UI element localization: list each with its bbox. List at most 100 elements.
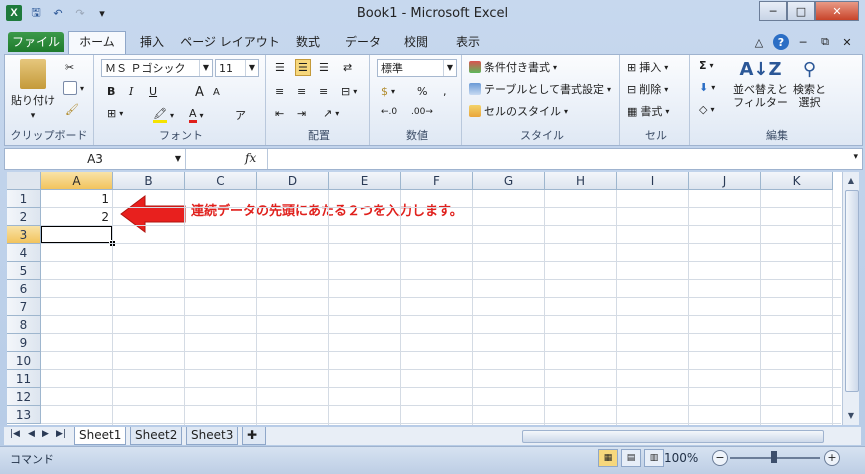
autosum-button[interactable]: Σ ▾ xyxy=(699,59,714,72)
row-header-4[interactable]: 4 xyxy=(7,244,41,262)
zoom-in-button[interactable]: + xyxy=(824,450,840,466)
select-all-corner[interactable] xyxy=(7,172,41,190)
cell-a1[interactable]: 1 xyxy=(41,190,113,208)
active-cell[interactable] xyxy=(40,225,113,244)
format-as-table-button[interactable]: テーブルとして書式設定 ▾ xyxy=(469,81,611,97)
row-header-9[interactable]: 9 xyxy=(7,334,41,352)
column-header-d[interactable]: D xyxy=(257,172,329,190)
tab-data[interactable]: データ xyxy=(340,32,386,52)
align-center-button[interactable]: ≡ xyxy=(297,85,306,98)
align-bottom-button[interactable]: ☰ xyxy=(319,61,329,74)
sheet-tab-2[interactable]: Sheet2 xyxy=(130,427,183,445)
font-color-button[interactable]: A ▾ xyxy=(189,107,204,123)
insert-function-icon[interactable]: fx xyxy=(245,151,256,165)
expand-formula-icon[interactable]: ▾ xyxy=(853,152,858,162)
row-header-11[interactable]: 11 xyxy=(7,370,41,388)
vertical-scroll-thumb[interactable] xyxy=(845,190,859,392)
increase-decimal-button[interactable]: ←.0 xyxy=(381,107,397,117)
name-box[interactable]: A3 ▼ xyxy=(5,149,186,169)
fill-button[interactable]: ⬇ ▾ xyxy=(699,81,715,94)
chevron-down-icon[interactable]: ▼ xyxy=(175,149,181,169)
column-header-j[interactable]: J xyxy=(689,172,761,190)
wrap-text-button[interactable]: ⇄ xyxy=(343,61,352,74)
phonetic-button[interactable]: ア xyxy=(235,107,246,123)
doc-minimize-icon[interactable]: ─ xyxy=(795,34,811,50)
row-header-3[interactable]: 3 xyxy=(7,226,41,244)
horizontal-scrollbar[interactable] xyxy=(508,429,844,443)
decrease-indent-button[interactable]: ⇤ xyxy=(275,107,284,120)
help-icon[interactable]: ? xyxy=(773,34,789,50)
insert-sheet-icon[interactable]: ✚ xyxy=(242,427,266,445)
first-sheet-icon[interactable]: |◀ xyxy=(10,429,20,439)
row-header-12[interactable]: 12 xyxy=(7,388,41,406)
column-header-e[interactable]: E xyxy=(329,172,401,190)
column-header-b[interactable]: B xyxy=(113,172,185,190)
next-sheet-icon[interactable]: ▶ xyxy=(42,429,49,439)
format-cells-button[interactable]: ▦ 書式 ▾ xyxy=(627,103,669,119)
minimize-button[interactable]: ─ xyxy=(759,1,787,21)
close-button[interactable]: ✕ xyxy=(815,1,859,21)
worksheet-grid[interactable]: 1 2 連続データの先頭にあたる２つを入力します。 ABCDEFGHIJK123… xyxy=(7,172,842,425)
zoom-out-button[interactable]: − xyxy=(712,450,728,466)
copy-button[interactable]: ▾ xyxy=(63,81,84,95)
sheet-tab-1[interactable]: Sheet1 xyxy=(74,427,127,445)
align-top-button[interactable]: ☰ xyxy=(275,61,285,74)
column-header-g[interactable]: G xyxy=(473,172,545,190)
row-header-5[interactable]: 5 xyxy=(7,262,41,280)
last-sheet-icon[interactable]: ▶| xyxy=(56,429,66,439)
column-header-k[interactable]: K xyxy=(761,172,833,190)
scroll-up-icon[interactable]: ▲ xyxy=(844,174,858,188)
column-header-h[interactable]: H xyxy=(545,172,617,190)
merge-center-button[interactable]: ⊟ ▾ xyxy=(341,85,357,98)
decrease-decimal-button[interactable]: .00→ xyxy=(411,107,433,117)
row-header-10[interactable]: 10 xyxy=(7,352,41,370)
font-name-combo[interactable]: ＭＳ Ｐゴシック ▼ xyxy=(101,59,213,77)
clear-button[interactable]: ◇ ▾ xyxy=(699,103,714,116)
sheet-tab-3[interactable]: Sheet3 xyxy=(186,427,239,445)
page-layout-view-icon[interactable]: ▤ xyxy=(621,449,641,467)
bold-button[interactable]: B xyxy=(107,85,115,98)
row-header-1[interactable]: 1 xyxy=(7,190,41,208)
tab-review[interactable]: 校閲 xyxy=(396,32,436,52)
shrink-font-button[interactable]: A xyxy=(213,87,220,98)
maximize-button[interactable]: □ xyxy=(787,1,815,21)
column-header-i[interactable]: I xyxy=(617,172,689,190)
grow-font-button[interactable]: A xyxy=(195,85,204,100)
zoom-slider-thumb[interactable] xyxy=(771,451,777,463)
row-header-13[interactable]: 13 xyxy=(7,406,41,424)
align-left-button[interactable]: ≡ xyxy=(275,85,284,98)
currency-button[interactable]: $ ▾ xyxy=(381,85,395,98)
tab-view[interactable]: 表示 xyxy=(448,32,488,52)
increase-indent-button[interactable]: ⇥ xyxy=(297,107,306,120)
borders-button[interactable]: ⊞ ▾ xyxy=(107,107,123,120)
font-size-combo[interactable]: 11 ▼ xyxy=(215,59,259,77)
find-select-button[interactable]: ⚲ 検索と 選択 xyxy=(793,59,826,109)
cell-a2[interactable]: 2 xyxy=(41,208,113,226)
column-header-c[interactable]: C xyxy=(185,172,257,190)
tab-insert[interactable]: 挿入 xyxy=(132,32,172,52)
row-header-6[interactable]: 6 xyxy=(7,280,41,298)
underline-button[interactable]: U xyxy=(149,85,157,98)
horizontal-scroll-thumb[interactable] xyxy=(522,430,824,443)
formula-input[interactable] xyxy=(267,149,842,169)
conditional-formatting-button[interactable]: 条件付き書式 ▾ xyxy=(469,59,557,75)
align-right-button[interactable]: ≡ xyxy=(319,85,328,98)
column-header-f[interactable]: F xyxy=(401,172,473,190)
percent-button[interactable]: % xyxy=(417,85,427,98)
orientation-button[interactable]: ↗ ▾ xyxy=(323,107,339,120)
page-break-view-icon[interactable]: ▥ xyxy=(644,449,664,467)
paste-button[interactable]: 貼り付け ▾ xyxy=(11,59,55,121)
doc-close-icon[interactable]: ✕ xyxy=(839,34,855,50)
tab-page-layout[interactable]: ページ レイアウト xyxy=(180,32,280,52)
doc-restore-icon[interactable]: ⧉ xyxy=(817,34,833,50)
scroll-down-icon[interactable]: ▼ xyxy=(844,409,858,423)
cell-styles-button[interactable]: セルのスタイル ▾ xyxy=(469,103,568,119)
zoom-level[interactable]: 100% xyxy=(664,451,698,465)
row-header-7[interactable]: 7 xyxy=(7,298,41,316)
column-header-a[interactable]: A xyxy=(41,172,113,190)
number-format-combo[interactable]: 標準 ▼ xyxy=(377,59,457,77)
delete-cells-button[interactable]: ⊟ 削除 ▾ xyxy=(627,81,668,97)
row-header-2[interactable]: 2 xyxy=(7,208,41,226)
tab-formulas[interactable]: 数式 xyxy=(288,32,328,52)
fill-color-button[interactable]: 🖍 ▾ xyxy=(153,107,174,123)
